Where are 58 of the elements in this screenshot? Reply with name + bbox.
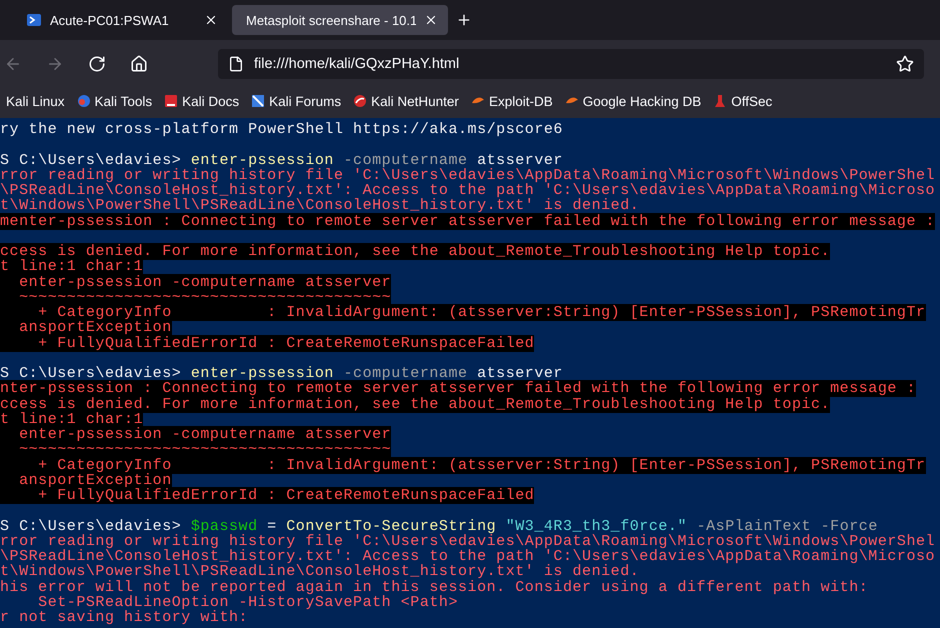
bookmark-link[interactable]: OffSec [713, 94, 772, 108]
error-text: Set-PSReadLineOption -HistorySavePath <Path> [37, 594, 458, 611]
console-text: ry the new cross-platform PowerShell https://aka.ms/pscore6 [0, 121, 563, 138]
error-text: ansportException [0, 319, 172, 336]
bookmark-link[interactable]: Kali NetHunter [353, 94, 459, 108]
error-text: r not saving history with: [0, 609, 248, 626]
error-text: menter-pssession : Connecting to remote server atsserver failed with the following error message : [0, 212, 936, 230]
browser-tab[interactable]: Acute-PC01:PSWA1 [12, 5, 228, 35]
error-text: ~~~~~~~~~~~~~~~~~~~~~~~~~~~~~~~~~~~~~~~ [0, 441, 392, 458]
console-text: atsserver [477, 152, 563, 168]
error-text: enter-pssession -computername atsserver [0, 274, 392, 290]
error-text: + CategoryInfo : InvalidArgument: (atsserver:String) [Enter-PSSession], PSRemotingTr [0, 456, 926, 474]
bookmark-link[interactable]: Kali Linux [6, 94, 65, 108]
console-text: ConvertTo-SecureString [286, 518, 496, 534]
bookmark-link[interactable]: Exploit-DB [470, 94, 553, 108]
console-text: -computername [342, 365, 468, 382]
address-field[interactable]: file:///home/kali/GQxzPHaY.html [218, 49, 924, 79]
error-text: ccess is denied. For more information, see the about_Remote_Troubleshooting Help topic. [0, 396, 830, 412]
flask-icon [713, 94, 728, 108]
bookmark-link[interactable]: Kali Docs [164, 94, 240, 108]
error-text: t line:1 char:1 [0, 258, 144, 276]
console-text: S C:\Users\edavies> [0, 365, 182, 382]
error-text: nter-pssession : Connecting to remote server atsserver failed with the following error message : [0, 380, 916, 398]
bookmark-star-icon[interactable] [896, 55, 914, 73]
console-text: enter-pssession [190, 365, 334, 382]
console-text: S C:\Users\edavies> [0, 518, 182, 534]
error-text: + FullyQualifiedErrorId : CreateRemoteRunspaceFailed [0, 334, 534, 352]
globe-icon [76, 94, 91, 108]
bookmark-link[interactable]: Kali Tools [76, 94, 152, 108]
console-text: enter-pssession [190, 152, 334, 168]
error-text: t\Windows\PowerShell\PSReadLine\ConsoleHost_history.txt' is denied. [0, 197, 640, 214]
error-text: t\Windows\PowerShell\PSReadLine\ConsoleHost_history.txt' is denied. [0, 563, 640, 580]
console-text: S C:\Users\edavies> [0, 152, 182, 168]
error-text: \PSReadLine\ConsoleHost_history.txt': Access to the path 'C:\Users\edavies\AppData\Roaming\Microso [0, 182, 936, 199]
console-text: -AsPlainText -Force [696, 518, 878, 534]
book-icon [164, 94, 178, 108]
console-text: atsserver [476, 365, 563, 382]
home-icon [130, 55, 148, 73]
plus-icon [456, 12, 472, 28]
error-text: his error will not be reported again in this session. Consider using a different path with: [0, 578, 868, 596]
error-text: ccess is denied. For more information, see the about_Remote_Troubleshooting Help topic. [0, 243, 830, 260]
close-icon[interactable] [204, 13, 218, 27]
console-text: = [267, 518, 277, 534]
console-text: -computername [342, 152, 468, 168]
page-icon [228, 56, 244, 72]
error-text: rror reading or writing history file 'C:\Users\edavies\AppData\Roaming\Microsoft\Windows\PowerShel [0, 532, 936, 550]
error-text: + CategoryInfo : InvalidArgument: (atsserver:String) [Enter-PSSession], PSRemotingTr [0, 304, 926, 321]
bookmark-link[interactable]: Google Hacking DB [564, 94, 702, 108]
arrow-right-icon [46, 55, 64, 73]
console-text: "W3_4R3_th3_f0rce." [506, 518, 688, 534]
terminal-icon [26, 12, 42, 28]
console-text: $passwd [190, 518, 258, 534]
error-text: rror reading or writing history file 'C:\Users\edavies\AppData\Roaming\Microsoft\Windows\PowerShel [0, 166, 936, 184]
error-text: \PSReadLine\ConsoleHost_history.txt': Access to the path 'C:\Users\edavies\AppData\Roaming\Microso [0, 548, 936, 565]
close-icon[interactable] [424, 13, 438, 27]
bookmark-link[interactable]: Kali Forums [251, 94, 342, 108]
reload-icon [88, 55, 106, 73]
error-text: + FullyQualifiedErrorId : CreateRemoteRunspaceFailed [0, 487, 534, 504]
